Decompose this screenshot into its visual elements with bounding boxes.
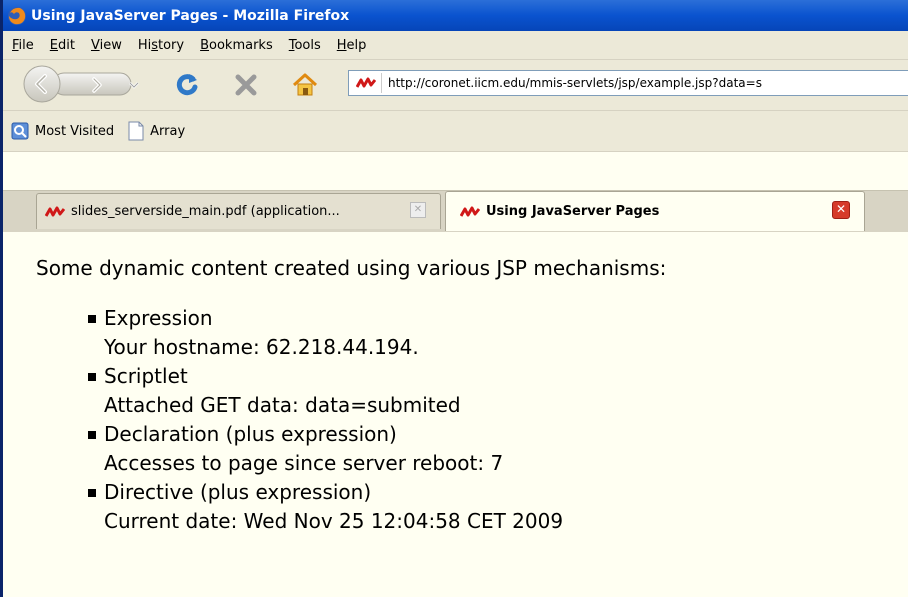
back-button[interactable] (24, 66, 60, 102)
history-dropdown-icon[interactable] (127, 79, 141, 91)
url-bar[interactable]: http://coronet.iicm.edu/mmis-servlets/js… (348, 70, 908, 96)
tab-close-icon[interactable]: ✕ (832, 201, 850, 219)
item-title: Declaration (plus expression) (104, 422, 397, 446)
list-item: Declaration (plus expression) Accesses t… (88, 420, 563, 478)
mechanism-list: Expression Your hostname: 62.218.44.194.… (88, 304, 564, 536)
menu-file[interactable]: File (5, 38, 41, 53)
page-icon (128, 121, 144, 141)
home-icon[interactable] (291, 71, 319, 99)
item-detail: Attached GET data: data=submited (104, 393, 461, 417)
browser-window: Using JavaServer Pages - Mozilla Firefox… (0, 0, 908, 597)
item-title: Directive (plus expression) (104, 480, 372, 504)
list-item: Scriptlet Attached GET data: data=submit… (88, 362, 563, 420)
stop-icon[interactable] (233, 72, 259, 98)
tab-label: slides_serverside_main.pdf (application.… (71, 204, 340, 219)
bullet-icon (88, 373, 96, 381)
title-bar[interactable]: Using JavaServer Pages - Mozilla Firefox (3, 0, 908, 31)
bookmarks-toolbar: Most Visited Array (3, 111, 908, 152)
menu-history[interactable]: History (131, 38, 191, 53)
menu-view[interactable]: View (84, 38, 129, 53)
most-visited-icon (11, 122, 29, 140)
iicm-logo-icon (460, 206, 480, 217)
url-text: http://coronet.iicm.edu/mmis-servlets/js… (388, 76, 762, 90)
tab-close-icon[interactable]: ✕ (410, 202, 426, 218)
menu-bar: File Edit View History Bookmarks Tools H… (3, 31, 908, 60)
item-detail: Your hostname: 62.218.44.194. (104, 335, 419, 359)
iicm-logo-icon (45, 206, 65, 217)
site-favicon (355, 73, 382, 93)
bookmark-most-visited[interactable]: Most Visited (11, 122, 114, 140)
list-item: Expression Your hostname: 62.218.44.194. (88, 304, 563, 362)
bookmark-array[interactable]: Array (128, 121, 185, 141)
menu-edit[interactable]: Edit (43, 38, 82, 53)
forward-button[interactable] (83, 74, 111, 96)
item-title: Expression (104, 306, 213, 330)
bookmark-array-label: Array (150, 123, 186, 139)
item-title: Scriptlet (104, 364, 188, 388)
menu-help[interactable]: Help (330, 38, 374, 53)
iicm-logo-icon (356, 77, 376, 88)
bullet-icon (88, 489, 96, 497)
menu-bookmarks[interactable]: Bookmarks (193, 38, 280, 53)
tab-label: Using JavaServer Pages (486, 204, 660, 219)
reload-icon[interactable] (173, 71, 201, 99)
bullet-icon (88, 431, 96, 439)
bullet-icon (88, 315, 96, 323)
item-detail: Accesses to page since server reboot: 7 (104, 451, 504, 475)
page-content: Some dynamic content created using vario… (3, 232, 908, 597)
tab-using-javaserver-pages[interactable]: Using JavaServer Pages ✕ (445, 191, 865, 231)
intro-text: Some dynamic content created using vario… (36, 256, 667, 280)
bookmark-most-visited-label: Most Visited (35, 123, 115, 139)
window-title: Using JavaServer Pages - Mozilla Firefox (31, 7, 350, 24)
tab-slides-pdf[interactable]: slides_serverside_main.pdf (application.… (36, 193, 441, 229)
firefox-icon (8, 6, 26, 25)
list-item: Directive (plus expression) Current date… (88, 478, 564, 536)
menu-tools[interactable]: Tools (282, 38, 328, 53)
navigation-toolbar: http://coronet.iicm.edu/mmis-servlets/js… (3, 60, 908, 111)
item-detail: Current date: Wed Nov 25 12:04:58 CET 20… (104, 509, 564, 533)
